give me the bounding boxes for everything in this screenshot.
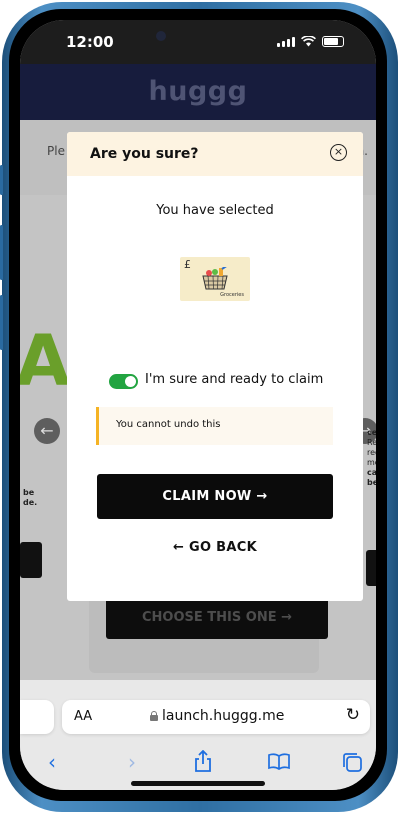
wifi-icon: [301, 36, 316, 47]
url-text: launch.huggg.me: [162, 708, 285, 724]
confirm-label: I'm sure and ready to claim: [145, 372, 324, 387]
currency-symbol: £: [184, 258, 191, 271]
back-icon[interactable]: ‹: [48, 750, 56, 774]
left-card-snippet: be de.: [23, 488, 38, 507]
reader-aa-button[interactable]: AA: [74, 709, 92, 724]
site-logo[interactable]: huggg: [20, 76, 376, 107]
warning-text: You cannot undo this: [116, 419, 221, 430]
lock-icon: [150, 711, 158, 721]
product-caption: Groceries: [220, 292, 244, 298]
battery-icon: [322, 36, 344, 47]
right-card-button[interactable]: [366, 550, 376, 586]
status-icons: [277, 36, 344, 47]
close-icon[interactable]: ×: [330, 144, 347, 161]
site-header: huggg: [20, 64, 376, 120]
carousel-prev-arrow[interactable]: ←: [34, 418, 60, 444]
shopping-basket-icon: [202, 267, 228, 290]
reload-icon[interactable]: ↻: [346, 705, 360, 725]
safari-toolbar: AA launch.huggg.me ↻ ‹ ›: [20, 680, 376, 790]
phone-bezel: 12:00 huggg Ple m. A I ← → bede.: [9, 9, 387, 801]
confirm-toggle[interactable]: [109, 374, 138, 389]
go-back-button[interactable]: ← GO BACK: [67, 540, 363, 555]
dialog-header: Are you sure? ×: [67, 132, 363, 176]
share-icon[interactable]: [193, 750, 213, 772]
bookmarks-icon[interactable]: [268, 753, 290, 770]
screen: 12:00 huggg Ple m. A I ← → bede.: [20, 20, 376, 790]
address-bar[interactable]: AA launch.huggg.me ↻: [62, 700, 370, 734]
tabs-icon[interactable]: [342, 752, 362, 772]
home-indicator: [131, 781, 265, 786]
signal-icon: [277, 36, 295, 47]
status-bar: 12:00: [20, 20, 376, 64]
front-camera: [156, 31, 166, 41]
side-button: [0, 295, 3, 350]
card-title-fragment-left: A: [20, 320, 71, 402]
selected-text: You have selected: [156, 203, 274, 218]
status-time: 12:00: [66, 33, 114, 51]
confirm-dialog: Are you sure? × You have selected £ Groc…: [67, 132, 363, 601]
choose-this-one-button[interactable]: CHOOSE THIS ONE →: [106, 597, 328, 639]
side-button: [0, 225, 3, 280]
toggle-knob: [125, 376, 136, 387]
side-button: [0, 165, 3, 195]
selected-product-tile: £ Groceries: [180, 257, 250, 301]
dialog-title: Are you sure?: [90, 146, 199, 162]
previous-tab-pill[interactable]: [20, 700, 54, 734]
claim-now-button[interactable]: CLAIM NOW →: [97, 474, 333, 519]
right-card-snippet: ce Rec red mo car bee: [367, 428, 376, 487]
band-text-left: Ple: [47, 144, 65, 158]
card-title-fragment-right: I: [370, 320, 376, 402]
warning-box: You cannot undo this: [96, 407, 333, 445]
forward-icon[interactable]: ›: [128, 750, 136, 774]
left-card-button[interactable]: [20, 542, 42, 578]
